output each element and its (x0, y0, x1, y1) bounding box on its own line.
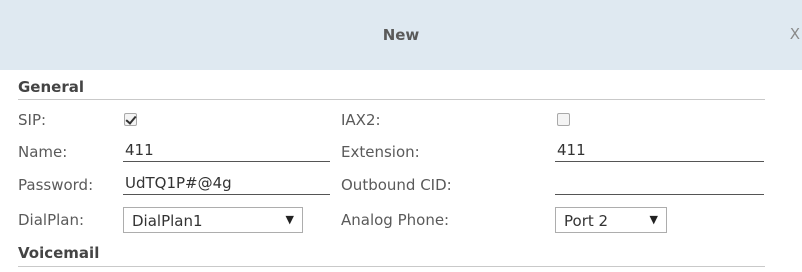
iax2-checkbox[interactable] (557, 113, 570, 126)
section-divider (18, 99, 765, 100)
password-label: Password: (18, 176, 94, 194)
chevron-down-icon: ▼ (649, 213, 658, 226)
dialog-title: New (382, 26, 420, 44)
iax2-label: IAX2: (341, 111, 381, 129)
analog-phone-select[interactable]: Port 2 ▼ (555, 207, 667, 233)
analog-phone-selected-value: Port 2 (564, 212, 609, 230)
dialplan-selected-value: DialPlan1 (132, 212, 203, 230)
sip-checkbox[interactable] (124, 113, 137, 126)
chevron-down-icon: ▼ (285, 213, 294, 226)
checkmark-icon (125, 113, 137, 125)
name-label: Name: (18, 143, 68, 161)
dialplan-label: DialPlan: (18, 211, 85, 229)
outbound-cid-field[interactable] (555, 172, 764, 195)
section-general-heading: General (18, 78, 84, 96)
name-field[interactable] (123, 139, 330, 162)
sip-label: SIP: (18, 111, 47, 129)
section-voicemail-heading: Voicemail (18, 244, 100, 262)
outbound-cid-label: Outbound CID: (341, 176, 452, 194)
analog-phone-label: Analog Phone: (341, 211, 450, 229)
extension-field[interactable] (555, 139, 764, 162)
dialplan-select[interactable]: DialPlan1 ▼ (123, 207, 303, 233)
password-field[interactable] (123, 172, 330, 195)
section-divider (18, 266, 765, 267)
extension-label: Extension: (341, 143, 420, 161)
close-icon[interactable]: X (790, 25, 800, 43)
